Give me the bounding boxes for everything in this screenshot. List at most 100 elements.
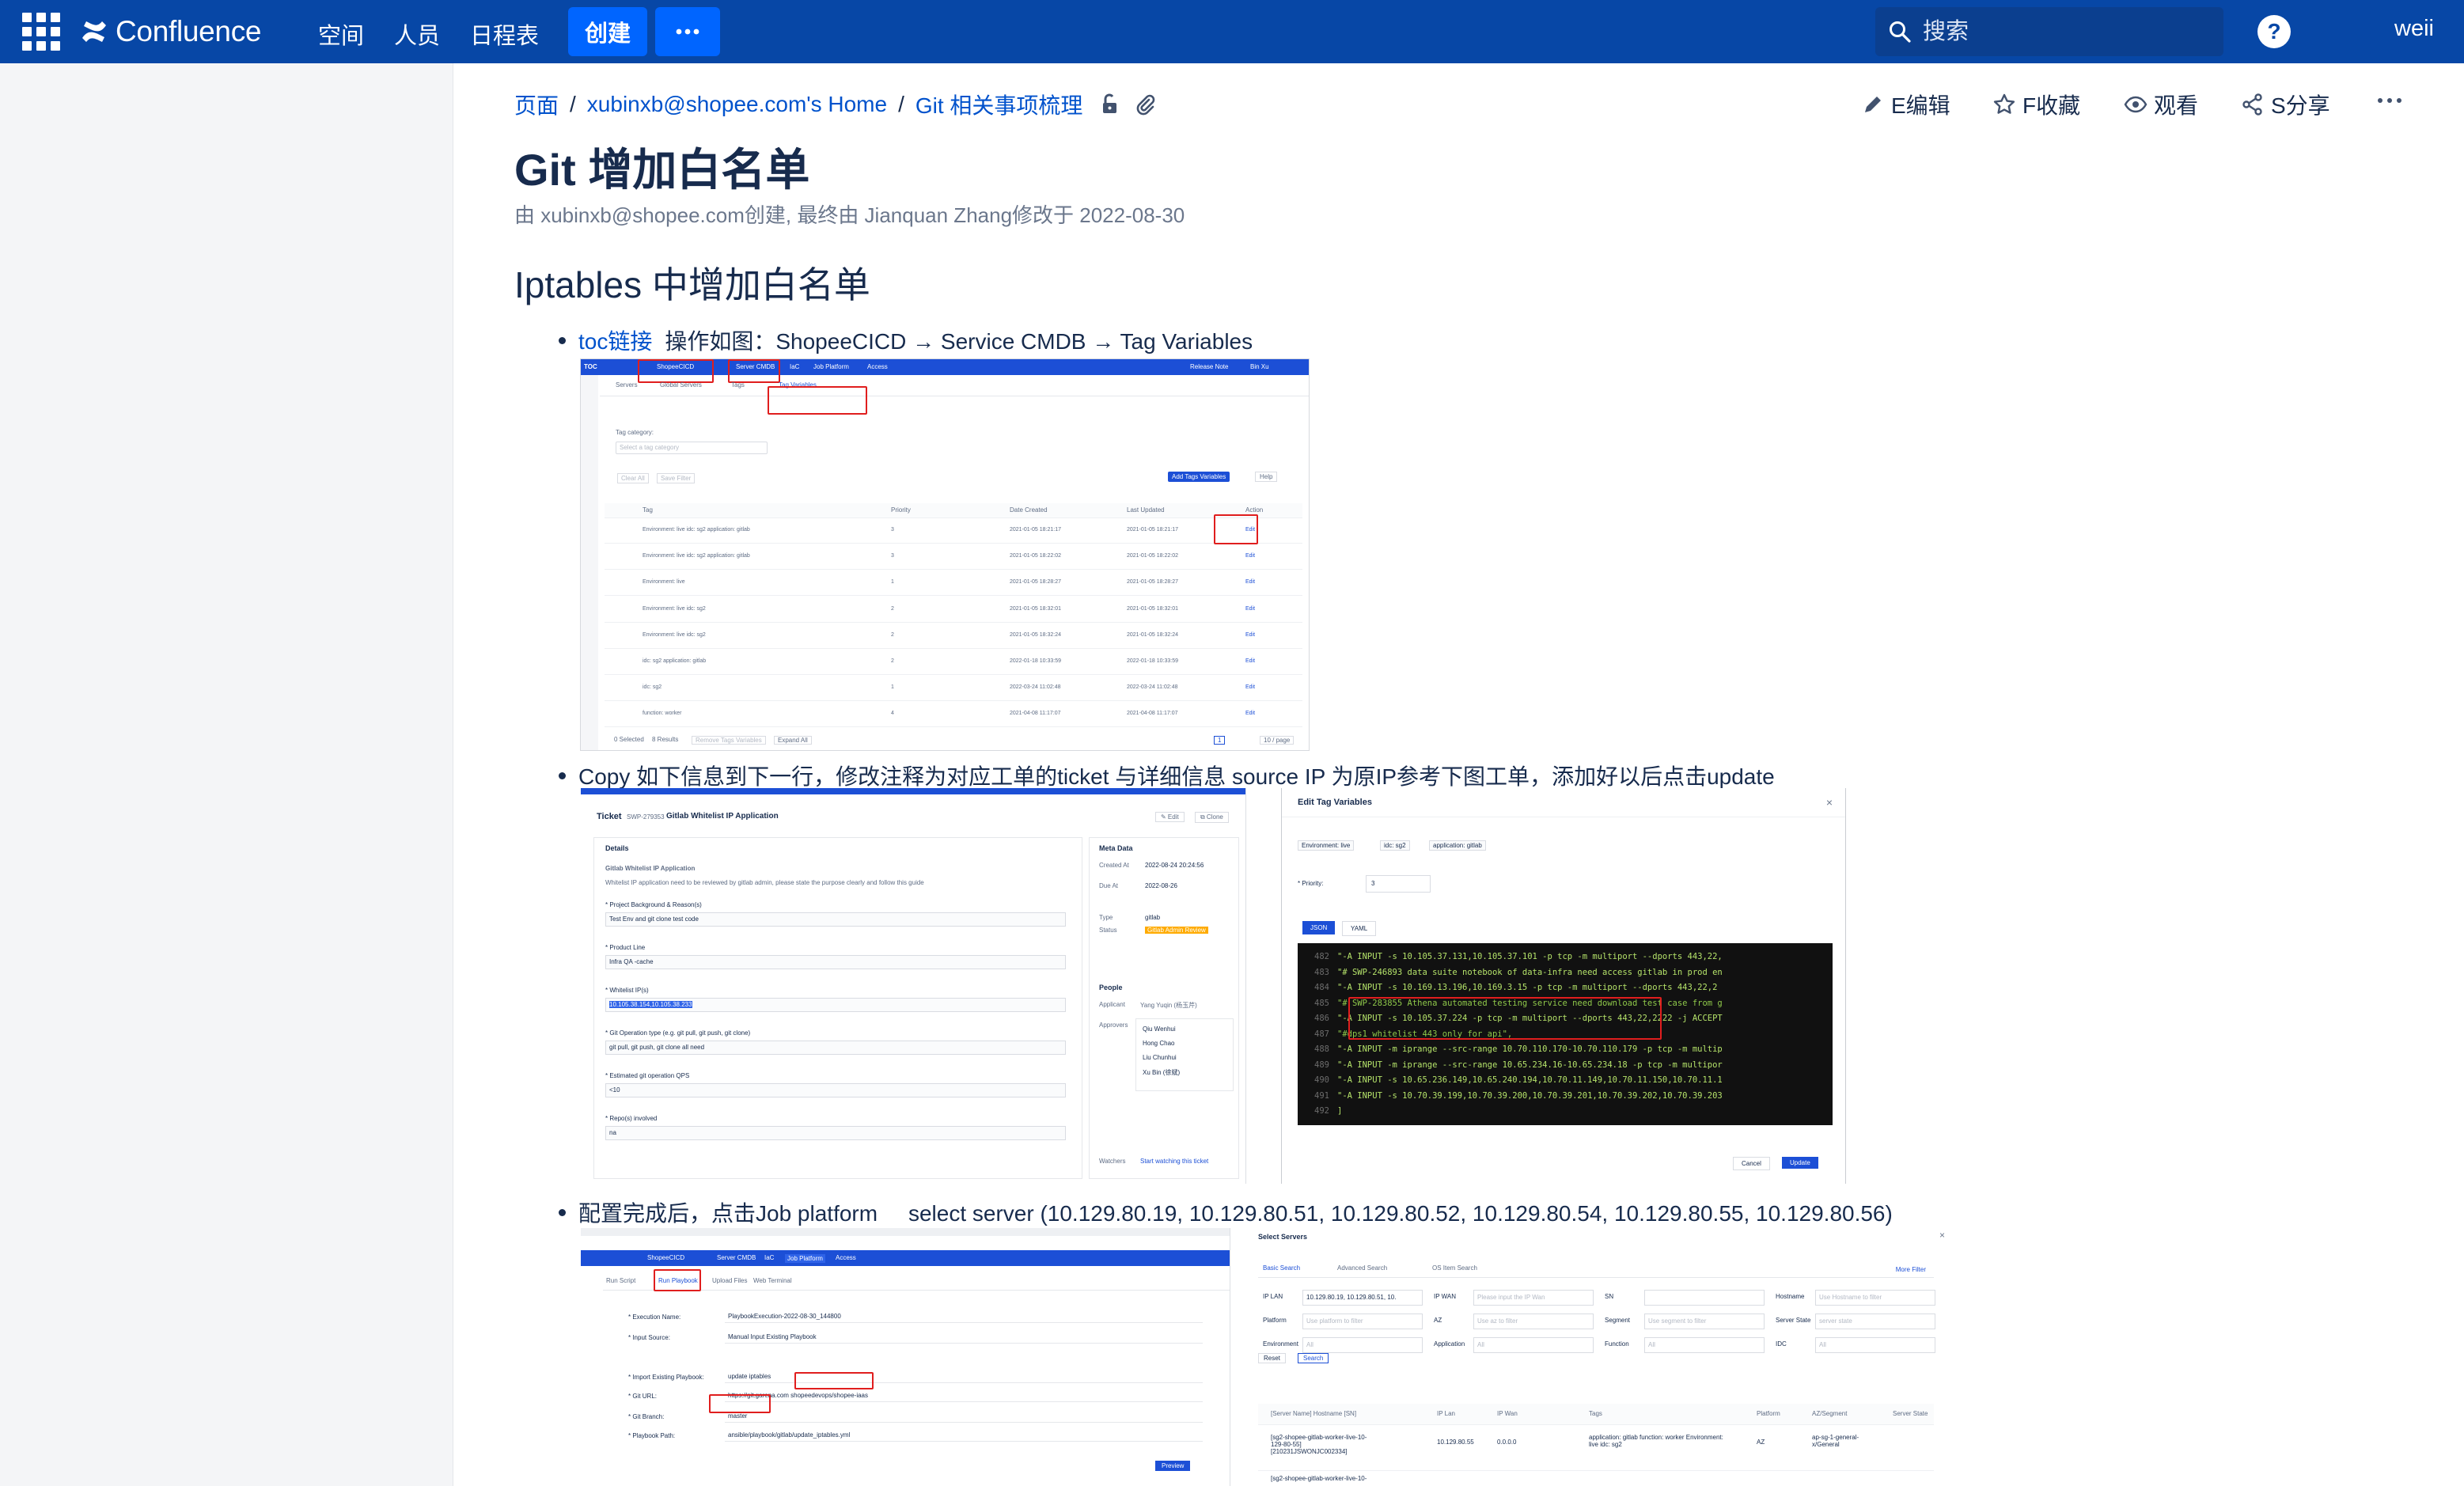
create-button[interactable]: 创建	[568, 7, 647, 56]
screenshot-tag-variables[interactable]: TOC ShopeeCICD Server CMDB IaC Job Platf…	[581, 359, 1309, 750]
line-number: 486	[1314, 1014, 1329, 1023]
row-priority: 4	[891, 711, 894, 717]
field-value: Test Env and git clone test code	[609, 915, 699, 923]
server-col: Platform	[1757, 1410, 1780, 1417]
top-navigation: Confluence 空间 人员 日程表 创建 ? weii	[0, 0, 2464, 63]
filter-input: All	[1473, 1337, 1594, 1353]
filter-label: Hostname	[1776, 1293, 1805, 1300]
filter-value: Please input the IP Wan	[1477, 1294, 1545, 1301]
row-action: Edit	[1245, 658, 1256, 664]
row-priority: 2	[891, 631, 894, 638]
form-label: * Import Existing Playbook:	[628, 1374, 704, 1381]
field-label: * Estimated git operation QPS	[605, 1072, 690, 1079]
details-card: Details Gitlab Whitelist IP Application …	[593, 837, 1082, 1179]
highlight-box	[709, 1394, 771, 1413]
share-label: S分享	[2271, 93, 2330, 118]
line-number: 491	[1314, 1090, 1329, 1101]
field-label: * Repo(s) involved	[605, 1115, 658, 1122]
filter-label: Function	[1605, 1340, 1629, 1348]
table-row: idc: sg2 1 2022-03-24 11:02:48 2022-03-24 1…	[605, 677, 1302, 702]
filter-value: Use platform to filter	[1306, 1317, 1363, 1325]
row-date-created: 2021-01-05 18:32:24	[1010, 631, 1061, 638]
toc-link[interactable]: toc链接	[578, 324, 652, 356]
details-heading: Details	[605, 844, 629, 852]
share-button[interactable]: S分享	[2241, 89, 2330, 120]
edit-button[interactable]: E编辑	[1861, 89, 1950, 120]
form-value: Manual Input Existing Playbook	[728, 1333, 817, 1340]
line-text: ]	[1337, 1106, 1343, 1116]
meta-key: Due At	[1099, 882, 1119, 889]
approver-name: Hong Chao	[1143, 1040, 1175, 1047]
filter-input: Use az to filter	[1473, 1314, 1594, 1329]
screenshot-job-platform[interactable]: ShopeeCICD Server CMDB IaC Job Platform …	[581, 1228, 1950, 1486]
edit-label: E编辑	[1891, 93, 1950, 118]
more-actions-icon[interactable]	[2377, 97, 2402, 104]
nav-calendar[interactable]: 日程表	[470, 17, 539, 51]
line-text: "# SWP-246893 data suite notebook of dat…	[1337, 967, 1723, 977]
results-count: 8 Results	[652, 736, 679, 743]
section-heading: Iptables 中增加白名单	[514, 264, 870, 305]
svg-text:?: ?	[2267, 19, 2280, 44]
bullet-text: 配置完成后，点击Job platform select server (10.1…	[578, 1201, 1893, 1226]
filter-input: server state	[1815, 1314, 1935, 1329]
select-placeholder: Select a tag category	[620, 444, 680, 451]
nav-spaces[interactable]: 空间	[318, 17, 364, 51]
row-priority: 3	[891, 527, 894, 533]
meta-value: Gitlab Admin Review	[1145, 927, 1208, 934]
preview-button: Preview	[1155, 1461, 1191, 1471]
user-profile[interactable]: weii	[2394, 16, 2434, 42]
favorite-button[interactable]: F收藏	[1992, 89, 2080, 120]
app-switcher-icon[interactable]	[21, 11, 62, 52]
bullet-dot	[559, 1208, 566, 1216]
confluence-logo[interactable]: Confluence	[81, 11, 261, 52]
col-action: Action	[1245, 506, 1264, 514]
pencil-icon	[1865, 97, 1881, 112]
filter-label: IP WAN	[1434, 1293, 1457, 1300]
filter-value: server state	[1819, 1317, 1852, 1325]
edit-modal: Edit Tag Variables × Environment: live id…	[1282, 788, 1845, 1184]
watchers-label: Watchers	[1099, 1158, 1126, 1165]
watch-ticket-link: Start watching this ticket	[1140, 1158, 1209, 1165]
field-input: Infra QA -cache	[605, 955, 1066, 969]
ticket-panel: Ticket SWP-279353 Gitlab Whitelist IP Ap…	[581, 788, 1245, 1184]
line-number: 484	[1314, 983, 1329, 992]
form-label: * Git URL:	[628, 1393, 658, 1400]
save-filter-button: Save Filter	[657, 473, 696, 483]
update-button: Update	[1782, 1157, 1818, 1169]
server-col: IP Lan	[1437, 1410, 1455, 1417]
row-priority: 2	[891, 658, 894, 664]
watch-button[interactable]: 观看	[2124, 89, 2198, 120]
table-row: function: worker 4 2021-04-08 11:17:07 2021…	[605, 703, 1302, 728]
line-text: "-A INPUT -s 10.65.236.149,10.65.240.194…	[1337, 1075, 1723, 1085]
json-tab: JSON	[1302, 921, 1336, 934]
table-header: Tag Priority Date Created Last Updated A…	[605, 503, 1302, 518]
server-ip-wan: 0.0.0.0	[1497, 1439, 1517, 1446]
field-label: * Project Background & Reason(s)	[605, 901, 702, 908]
nav-people[interactable]: 人员	[394, 17, 440, 51]
row-tags: Environment: live idc: sg2 application: …	[643, 527, 750, 533]
row-action: Edit	[1245, 631, 1256, 638]
modal-tag: idc: sg2	[1380, 840, 1410, 851]
row-priority: 1	[891, 684, 894, 691]
create-more-button[interactable]	[655, 7, 720, 56]
sidebar	[0, 63, 453, 1486]
user-menu: Bin Xu	[1250, 363, 1269, 370]
menu-job-platform: Job Platform	[813, 363, 849, 370]
field-value: <10	[609, 1086, 620, 1094]
search-input[interactable]	[1921, 17, 2209, 46]
filter-label: IDC	[1776, 1340, 1787, 1348]
search-box[interactable]	[1875, 7, 2223, 56]
filter-value: All	[1648, 1341, 1655, 1348]
search-tabs: Basic Search Advanced Search OS Item Searc…	[1258, 1260, 1934, 1278]
filter-input: Please input the IP Wan	[1473, 1290, 1594, 1306]
people-heading: People	[1099, 984, 1123, 991]
line-number: 492	[1314, 1106, 1329, 1116]
filter-input: Use platform to filter	[1302, 1314, 1423, 1329]
app-abbr: TOC	[584, 363, 597, 370]
screenshot-ticket-and-edit[interactable]: Ticket SWP-279353 Gitlab Whitelist IP Ap…	[581, 788, 1850, 1184]
job-tab: Upload Files	[712, 1277, 748, 1284]
meta-value: 2022-08-26	[1145, 882, 1177, 889]
help-icon[interactable]: ?	[2257, 14, 2292, 49]
server-col: [Server Name] Hostname [SN]	[1271, 1410, 1357, 1417]
field-input: Test Env and git clone test code	[605, 912, 1066, 927]
